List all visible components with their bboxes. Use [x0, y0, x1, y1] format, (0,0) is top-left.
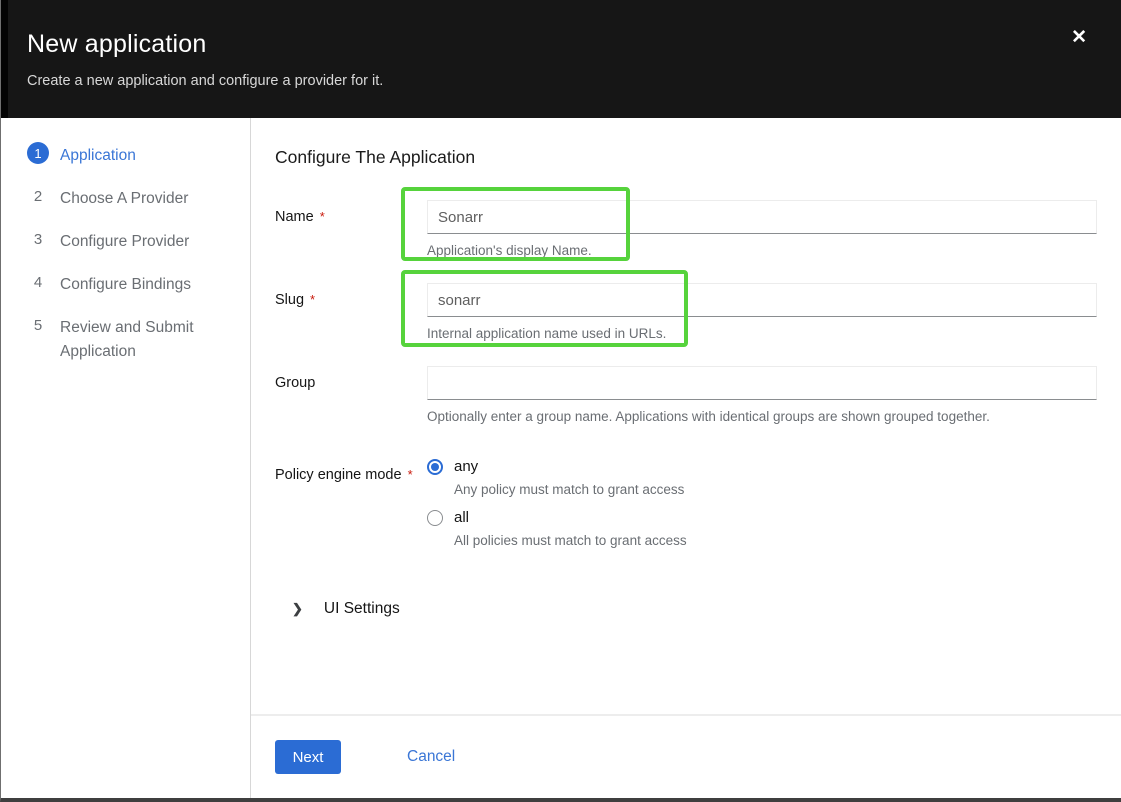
required-asterisk: *	[320, 209, 325, 224]
radio-selected-icon	[427, 459, 443, 475]
slug-input[interactable]	[427, 283, 1097, 317]
radio-any-label: any	[454, 458, 478, 475]
radio-any-help: Any policy must match to grant access	[454, 482, 1097, 497]
wizard-step-choose-provider[interactable]: 2 Choose A Provider	[27, 185, 238, 211]
modal-subtitle: Create a new application and configure a…	[27, 73, 1061, 89]
slug-field-row: Slug* Internal application name used in …	[275, 283, 1097, 341]
form-panel: Configure The Application Name* Applicat…	[251, 118, 1121, 714]
name-field-row: Name* Application's display Name.	[275, 200, 1097, 258]
radio-any[interactable]: any	[427, 458, 1097, 475]
wizard-main-column: Configure The Application Name* Applicat…	[251, 118, 1121, 798]
step-number: 5	[27, 314, 49, 336]
group-label: Group	[275, 366, 427, 424]
step-number: 3	[27, 228, 49, 250]
cancel-button[interactable]: Cancel	[407, 748, 455, 766]
step-number-badge: 1	[27, 142, 49, 164]
group-field-row: Group Optionally enter a group name. App…	[275, 366, 1097, 424]
step-label: Application	[60, 142, 136, 168]
wizard-steps-nav: 1 Application 2 Choose A Provider 3 Conf…	[1, 118, 251, 798]
form-heading: Configure The Application	[275, 147, 1097, 168]
slug-help-text: Internal application name used in URLs.	[427, 326, 1097, 341]
step-label: Configure Bindings	[60, 271, 191, 297]
ui-settings-label: UI Settings	[324, 600, 400, 618]
step-label: Choose A Provider	[60, 185, 188, 211]
ui-settings-expander[interactable]: ❯ UI Settings	[292, 600, 400, 618]
overlay-edge-strip	[1, 0, 8, 118]
name-help-text: Application's display Name.	[427, 243, 1097, 258]
modal-body: 1 Application 2 Choose A Provider 3 Conf…	[1, 118, 1121, 798]
close-icon[interactable]: ✕	[1071, 28, 1087, 47]
next-button[interactable]: Next	[275, 740, 341, 774]
step-label: Configure Provider	[60, 228, 189, 254]
required-asterisk: *	[408, 467, 413, 482]
modal-footer: Next Cancel	[251, 714, 1121, 798]
step-number: 2	[27, 185, 49, 207]
required-asterisk: *	[310, 292, 315, 307]
policy-engine-mode-label: Policy engine mode*	[275, 458, 427, 560]
radio-all-help: All policies must match to grant access	[454, 533, 1097, 548]
wizard-step-configure-bindings[interactable]: 4 Configure Bindings	[27, 271, 238, 297]
wizard-step-application[interactable]: 1 Application	[27, 142, 238, 168]
new-application-modal: New application Create a new application…	[0, 0, 1121, 802]
radio-all[interactable]: all	[427, 509, 1097, 526]
chevron-right-icon: ❯	[292, 601, 303, 617]
name-label: Name*	[275, 200, 427, 258]
group-help-text: Optionally enter a group name. Applicati…	[427, 409, 1097, 424]
step-number: 4	[27, 271, 49, 293]
wizard-step-review-submit[interactable]: 5 Review and Submit Application	[27, 314, 238, 364]
policy-engine-mode-row: Policy engine mode* any Any policy must …	[275, 458, 1097, 560]
modal-title: New application	[27, 30, 1061, 59]
radio-all-label: all	[454, 509, 469, 526]
name-input[interactable]	[427, 200, 1097, 234]
modal-header: New application Create a new application…	[1, 0, 1121, 118]
radio-unselected-icon	[427, 510, 443, 526]
step-label: Review and Submit Application	[60, 314, 238, 364]
wizard-step-configure-provider[interactable]: 3 Configure Provider	[27, 228, 238, 254]
slug-label: Slug*	[275, 283, 427, 341]
group-input[interactable]	[427, 366, 1097, 400]
